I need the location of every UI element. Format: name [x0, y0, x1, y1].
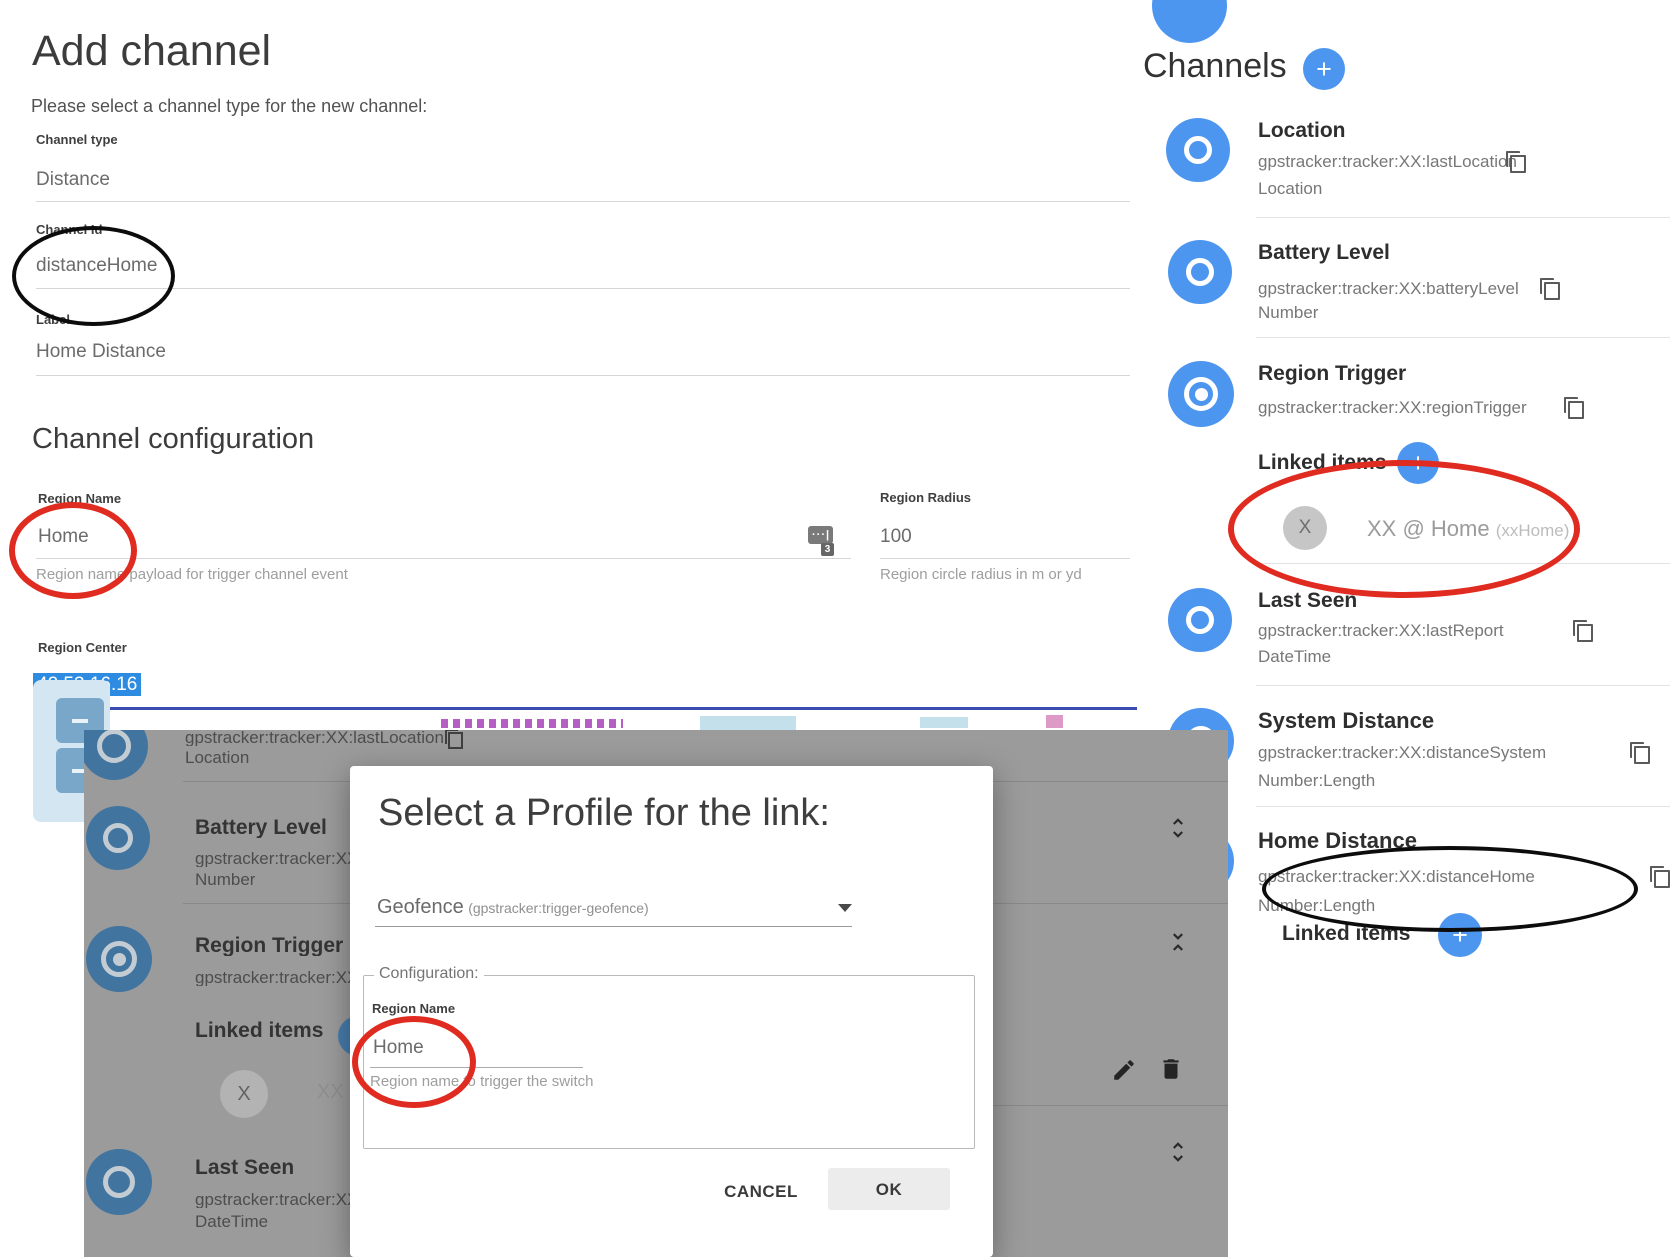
channel-title: System Distance [1258, 710, 1434, 732]
copy-icon[interactable] [1510, 155, 1526, 173]
screen: Add channel Please select a channel type… [0, 0, 1670, 1257]
channel-type: Location [185, 749, 249, 766]
linked-item-avatar: X [220, 1070, 268, 1118]
trash-icon [1158, 1056, 1184, 1082]
channel-state-icon [1168, 240, 1232, 304]
copy-icon[interactable] [1577, 624, 1593, 642]
channel-trigger-icon [86, 926, 152, 992]
channel-id: gpstracker:tracker:XX:batteryLevel [1258, 280, 1519, 297]
plus-icon: + [1316, 54, 1332, 84]
profile-dialog: Select a Profile for the link: Geofence … [350, 766, 993, 1257]
copy-icon[interactable] [1544, 282, 1560, 300]
chevron-down-icon[interactable] [838, 904, 852, 912]
channel-type: DateTime [1258, 648, 1331, 665]
channel-title: Battery Level [195, 817, 355, 838]
default-value-icon[interactable]: ···| 3 [808, 526, 834, 556]
focused-field-underline [36, 707, 1137, 710]
channel-id: gpstracker:tracker:XX:lastLocation [185, 730, 444, 746]
label-input[interactable]: Home Distance [36, 342, 166, 361]
annotation-ellipse-region-name [9, 502, 137, 599]
channel-state-icon [1166, 118, 1230, 182]
annotation-ellipse-linked-item [1228, 460, 1580, 598]
list-divider [1256, 806, 1670, 807]
field-underline [36, 288, 1130, 289]
keyboard-dots-icon: ···| [812, 530, 830, 541]
channel-title: Region Trigger [195, 935, 360, 956]
keyboard-badge: 3 [821, 543, 834, 556]
page-title: Add channel [32, 30, 271, 73]
field-underline [36, 201, 1130, 202]
form-subtitle: Please select a channel type for the new… [31, 97, 427, 115]
page-fragment [441, 719, 623, 728]
channel-state-icon [1168, 588, 1232, 652]
channel-state-icon [84, 730, 148, 780]
unfold-more-icon [1165, 1139, 1191, 1165]
region-radius-label: Region Radius [880, 491, 971, 504]
channel-type: Number [1258, 304, 1318, 321]
scroll-top-fab[interactable] [1152, 0, 1227, 43]
channel-type: Location [1258, 180, 1322, 197]
unfold-more-icon [1165, 815, 1191, 841]
copy-icon[interactable] [1568, 401, 1584, 419]
channel-id: gpstracker:tracker:XX:regionTrigger [1258, 399, 1527, 416]
copy-icon[interactable] [1634, 746, 1650, 764]
channels-panel-title: Channels [1143, 49, 1287, 83]
region-name-label: Region Name [372, 1002, 455, 1015]
channel-id: gpstracker:tracker:XX:lastLocation [1258, 153, 1517, 170]
linked-items-label: Linked items [195, 1020, 323, 1041]
profile-select[interactable]: Geofence (gpstracker:trigger-geofence) [377, 897, 649, 917]
channel-title: Battery Level [1258, 242, 1390, 263]
cancel-button[interactable]: CANCEL [705, 1169, 817, 1213]
annotation-ellipse-home-distance [1262, 846, 1638, 932]
fieldset-legend: Configuration: [374, 966, 484, 982]
channel-title: Location [1258, 120, 1346, 141]
channel-title: Last Seen [195, 1157, 360, 1178]
field-underline [36, 375, 1130, 376]
channel-title: Region Trigger [1258, 363, 1406, 384]
channel-type-value[interactable]: Distance [36, 170, 110, 189]
channel-type-label: Channel type [36, 133, 118, 146]
channel-id: gpstracker:tracker:XX:lastReport [195, 1191, 353, 1208]
page-fragment [920, 717, 968, 728]
dialog-title: Select a Profile for the link: [378, 794, 830, 832]
channel-state-icon [86, 806, 150, 870]
field-underline [36, 558, 851, 559]
region-radius-hint: Region circle radius in m or yd [880, 567, 1082, 582]
page-fragment [700, 716, 796, 730]
list-divider [1256, 685, 1670, 686]
channel-id: gpstracker:tracker:XX:lastReport [1258, 622, 1504, 639]
region-center-label: Region Center [38, 641, 127, 654]
channel-id: gpstracker:tracker:XX:regionTrigger [195, 969, 353, 986]
profile-selected-value: Geofence [377, 896, 464, 918]
channel-configuration-heading: Channel configuration [32, 425, 314, 454]
channel-state-icon [86, 1149, 152, 1215]
page-fragment [1046, 715, 1063, 728]
channel-type: DateTime [195, 1213, 268, 1230]
add-channel-button[interactable]: + [1303, 48, 1345, 90]
list-divider [1256, 337, 1670, 338]
unfold-less-icon [1165, 929, 1191, 955]
list-divider [1256, 217, 1670, 218]
list-divider [993, 1105, 1228, 1106]
channel-id: gpstracker:tracker:XX:distanceSystem [1258, 744, 1546, 761]
linked-item-label: XX @ Home [317, 1082, 352, 1102]
pencil-icon [1111, 1057, 1137, 1083]
profile-selected-uid: (gpstracker:trigger-geofence) [468, 900, 649, 916]
channel-id: gpstracker:tracker:XX:batteryLevel [195, 850, 353, 867]
region-radius-input[interactable]: 100 [880, 527, 912, 546]
annotation-ellipse-channel-id [12, 226, 175, 326]
field-underline [375, 926, 852, 927]
field-underline [880, 558, 1130, 559]
channel-trigger-icon [1168, 361, 1234, 427]
channel-type: Number:Length [1258, 772, 1375, 789]
copy-icon[interactable] [1654, 870, 1670, 888]
copy-icon [448, 732, 463, 749]
channel-type: Number [195, 871, 255, 888]
ok-button[interactable]: OK [828, 1168, 950, 1210]
annotation-ellipse-modal-region-name [352, 1016, 476, 1108]
